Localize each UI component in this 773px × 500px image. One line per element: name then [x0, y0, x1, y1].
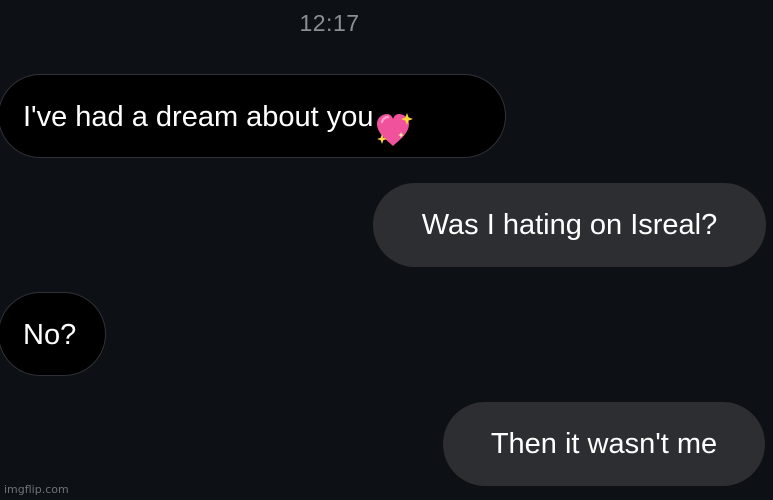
received-message-bubble[interactable]: I've had a dream about you — [0, 74, 506, 158]
message-text: Was I hating on Isreal? — [421, 209, 718, 241]
message-text: I've had a dream about you — [23, 101, 374, 133]
sent-message-bubble[interactable]: Then it wasn't me — [443, 402, 765, 486]
imgflip-watermark: imgflip.com — [4, 483, 69, 496]
message-text: No? — [23, 319, 77, 351]
message-timestamp: 12:17 — [299, 10, 360, 36]
sparkling-heart-icon — [375, 97, 415, 147]
message-text: Then it wasn't me — [490, 428, 718, 460]
received-message-bubble[interactable]: No? — [0, 292, 106, 376]
sent-message-bubble[interactable]: Was I hating on Isreal? — [373, 183, 766, 267]
